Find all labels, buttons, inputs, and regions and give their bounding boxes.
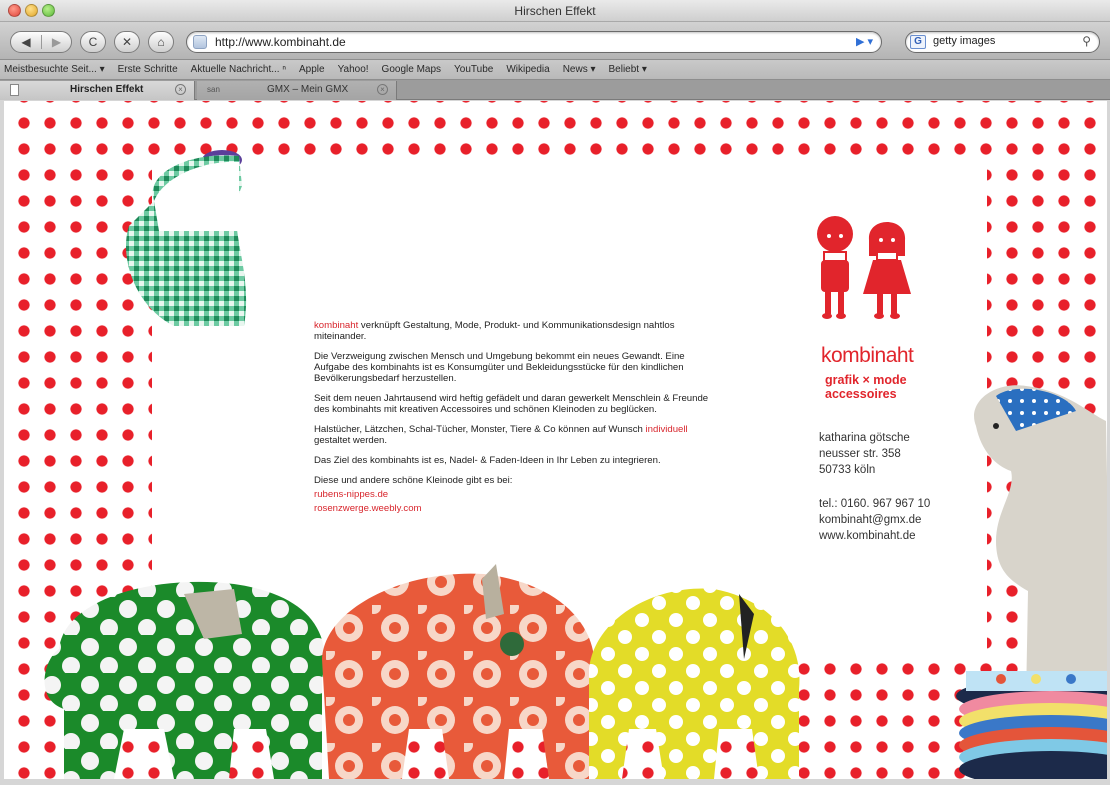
window-title: Hirschen Effekt <box>514 4 596 18</box>
brand-tagline-2: accessoires <box>825 387 897 401</box>
back-icon[interactable]: ◀ <box>11 35 41 49</box>
intro-paragraph: kombinaht verknüpft Gestaltung, Mode, Pr… <box>314 320 709 342</box>
link-rubens-nippes[interactable]: rubens-nippes.de <box>314 489 709 500</box>
toy-horse-and-bibs-image <box>956 385 1107 779</box>
contact-city: 50733 köln <box>819 464 876 476</box>
contact-web[interactable]: www.kombinaht.de <box>819 528 930 544</box>
brand-tagline-1: grafik × mode <box>825 373 907 387</box>
contact-email[interactable]: kombinaht@gmx.de <box>819 512 930 528</box>
paragraph-3: Seit dem neuen Jahrtausend wird heftig g… <box>314 393 709 415</box>
tab-close-icon[interactable]: × <box>175 84 186 95</box>
tab-hirschen-effekt[interactable]: Hirschen Effekt × <box>0 81 195 100</box>
home-button[interactable]: ⌂ <box>148 31 174 53</box>
go-arrow-icon[interactable]: ▶ ▾ <box>856 35 873 48</box>
individuell-highlight: individuell <box>645 424 688 435</box>
site-favicon-icon <box>193 35 207 49</box>
gingham-bandana-image <box>126 150 247 326</box>
brand-logo: kombinaht grafik × mode accessoires <box>807 216 917 416</box>
bookmark-youtube[interactable]: YouTube <box>454 64 493 75</box>
p4-text-start: Halstücher, Lätzchen, Schal-Tücher, Mons… <box>314 424 646 435</box>
home-icon: ⌂ <box>157 35 165 49</box>
back-forward-buttons: ◀ ▶ <box>10 31 72 53</box>
link-rosenzwerge[interactable]: rosenzwerge.weebly.com <box>314 503 709 514</box>
brand-mention: kombinaht <box>314 320 359 331</box>
tab-favicon-text: san <box>207 85 220 94</box>
search-bar[interactable]: G getty images ⚲ <box>905 31 1100 53</box>
bookmark-meistbesuchte[interactable]: Meistbesuchte Seit... ▾ <box>4 64 105 75</box>
reload-icon: C <box>88 35 98 49</box>
reload-button[interactable]: C <box>80 31 106 53</box>
paragraph-5: Das Ziel des kombinahts ist es, Nadel- &… <box>314 455 661 466</box>
magnifier-icon[interactable]: ⚲ <box>1082 34 1091 48</box>
tab-bar: Hirschen Effekt × san GMX – Mein GMX × <box>0 80 1110 100</box>
navigation-toolbar: ◀ ▶ C ✕ ⌂ http://www.kombinaht.de ▶ ▾ G … <box>0 22 1110 60</box>
bookmark-erste-schritte[interactable]: Erste Schritte <box>118 64 178 75</box>
bookmark-apple[interactable]: Apple <box>299 64 325 75</box>
paragraph-6: Diese und andere schöne Kleinode gibt es… <box>314 475 513 486</box>
url-bar[interactable]: http://www.kombinaht.de ▶ ▾ <box>186 31 882 53</box>
contact-street: neusser str. 358 <box>819 448 901 460</box>
bookmark-google-maps[interactable]: Google Maps <box>382 64 441 75</box>
paragraph-4: Halstücher, Lätzchen, Schal-Tücher, Mons… <box>314 424 709 446</box>
stop-icon: ✕ <box>121 35 133 49</box>
brand-name: kombinaht <box>821 344 914 367</box>
window-titlebar: Hirschen Effekt <box>0 0 1110 22</box>
google-engine-icon[interactable]: G <box>910 35 926 49</box>
tab-label: Hirschen Effekt <box>70 84 144 95</box>
bookmark-news[interactable]: News ▾ <box>563 64 596 75</box>
url-text[interactable]: http://www.kombinaht.de <box>215 35 346 49</box>
search-input[interactable]: getty images <box>933 35 995 47</box>
forward-icon[interactable]: ▶ <box>40 35 71 49</box>
document-icon <box>10 84 19 96</box>
shop-links: Diese und andere schöne Kleinode gibt es… <box>314 475 709 514</box>
page-viewport: kombinaht verknüpft Gestaltung, Mode, Pr… <box>4 101 1107 779</box>
paragraph-2: Die Verzweigung zwischen Mensch und Umge… <box>314 351 685 384</box>
p4-text-end: gestaltet werden. <box>314 435 388 446</box>
stop-button[interactable]: ✕ <box>114 31 140 53</box>
contact-phone: tel.: 0160. 967 967 10 <box>819 498 931 510</box>
bookmark-yahoo[interactable]: Yahoo! <box>338 64 369 75</box>
kids-figures-icon <box>817 216 911 319</box>
tab-close-icon[interactable]: × <box>377 84 388 95</box>
bookmark-aktuelle-nachrichten[interactable]: Aktuelle Nachricht... ⁿ <box>191 64 286 75</box>
bookmark-beliebt[interactable]: Beliebt ▾ <box>609 64 647 75</box>
contact-name: katharina götsche <box>819 432 910 444</box>
tab-gmx[interactable]: san GMX – Mein GMX × <box>197 81 397 100</box>
tab-label: GMX – Mein GMX <box>267 84 349 95</box>
intro-text: verknüpft Gestaltung, Mode, Produkt- und… <box>314 320 675 342</box>
bookmark-wikipedia[interactable]: Wikipedia <box>506 64 549 75</box>
bookmarks-bar: Meistbesuchte Seit... ▾ Erste Schritte A… <box>0 60 1110 80</box>
contact-block: katharina götsche neusser str. 358 50733… <box>819 430 930 544</box>
fabric-elephants-image <box>44 564 800 779</box>
intro-text-block: kombinaht verknüpft Gestaltung, Mode, Pr… <box>314 320 709 517</box>
